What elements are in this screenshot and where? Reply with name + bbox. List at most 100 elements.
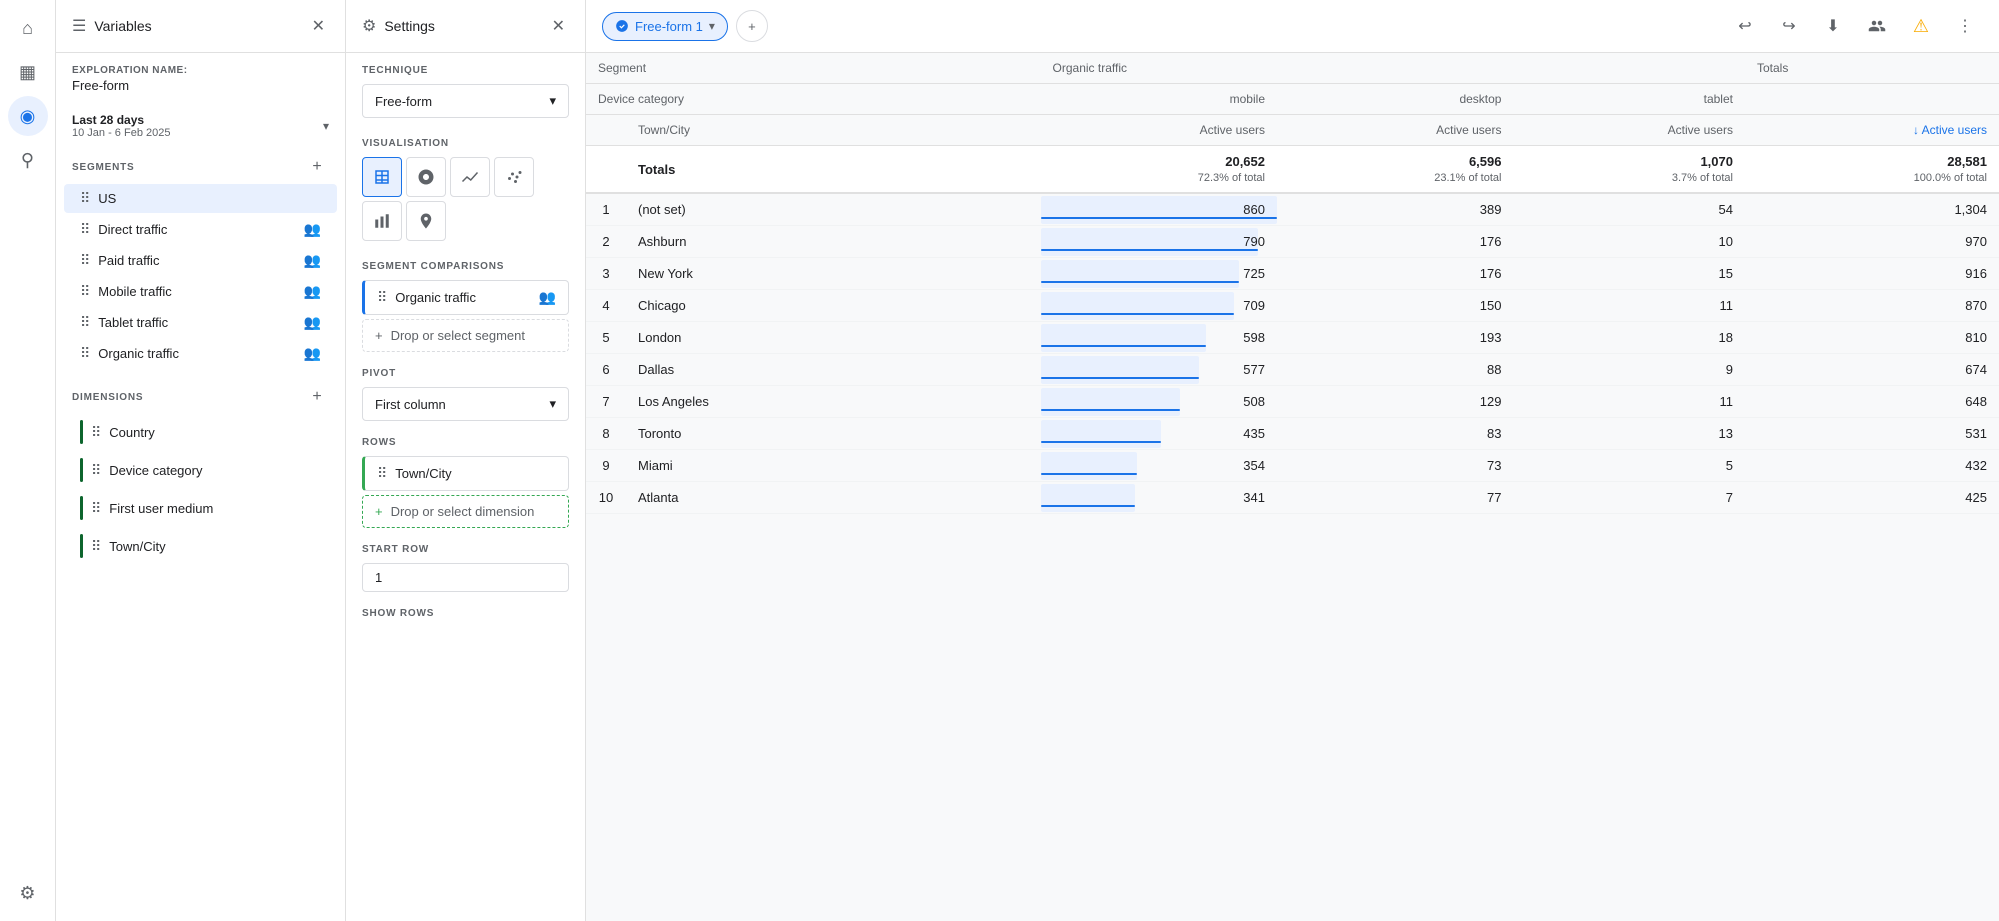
settings-close-button[interactable]: ✕ [548, 12, 569, 40]
segment-label-organic-traffic: Organic traffic [98, 346, 303, 361]
segment-drag-icon: ⠿ [80, 345, 90, 362]
start-row-label: START ROW [362, 544, 569, 555]
header-active-users-tablet[interactable]: Active users [1513, 115, 1745, 146]
row-city: London [626, 322, 1041, 354]
segment-item-us[interactable]: ⠿ US [64, 184, 337, 213]
add-tab-button[interactable]: + [736, 10, 768, 42]
row-number: 2 [586, 226, 626, 258]
main-content: Free-form 1 ▾ + ↩ ↪ ⬇ ⚠ ⋮ Segment [586, 0, 1999, 921]
nav-home[interactable]: ⌂ [8, 8, 48, 48]
segment-item-mobile-traffic[interactable]: ⠿ Mobile traffic 👥 [64, 277, 337, 306]
add-dimension-button[interactable]: + [305, 385, 329, 409]
add-segment-button[interactable]: + [305, 155, 329, 179]
undo-button[interactable]: ↩ [1727, 8, 1763, 44]
drop-segment-label: Drop or select segment [391, 328, 525, 343]
vis-btn-bar[interactable] [362, 201, 402, 241]
drop-segment-zone[interactable]: + Drop or select segment [362, 319, 569, 352]
table-row: 7 Los Angeles 508 129 11 648 [586, 386, 1999, 418]
tab-free-form-1[interactable]: Free-form 1 ▾ [602, 12, 728, 41]
header-active-users-desktop[interactable]: Active users [1277, 115, 1513, 146]
row-city: Miami [626, 450, 1041, 482]
dimension-label-first-user-medium: First user medium [109, 501, 213, 516]
settings-panel-title: ⚙ Settings [362, 16, 435, 36]
row-number: 6 [586, 354, 626, 386]
row-city: Ashburn [626, 226, 1041, 258]
row-number: 3 [586, 258, 626, 290]
technique-dropdown[interactable]: Free-form ▾ [362, 84, 569, 118]
header-totals: Totals [1745, 53, 1999, 84]
header-tablet: tablet [1513, 84, 1745, 115]
segment-item-direct-traffic[interactable]: ⠿ Direct traffic 👥 [64, 215, 337, 244]
dimension-item-country[interactable]: ⠿ Country [64, 414, 337, 450]
redo-button[interactable]: ↪ [1771, 8, 1807, 44]
header-active-users-mobile[interactable]: Active users [1041, 115, 1277, 146]
row-total: 648 [1745, 386, 1999, 418]
row-total: 1,304 [1745, 193, 1999, 226]
row-number: 1 [586, 193, 626, 226]
dimensions-section-header: DIMENSIONS + [56, 377, 345, 413]
rows-section: ROWS ⠿ Town/City + Drop or select dimens… [346, 429, 585, 536]
row-number: 5 [586, 322, 626, 354]
date-range-selector[interactable]: Last 28 days 10 Jan - 6 Feb 2025 ▾ [56, 105, 345, 147]
row-mobile: 435 [1041, 418, 1277, 450]
dimension-label-device-category: Device category [109, 463, 202, 478]
segment-comp-label: Organic traffic [395, 290, 476, 305]
vis-btn-table[interactable] [362, 157, 402, 197]
more-options-button[interactable]: ⋮ [1947, 8, 1983, 44]
table-row: 8 Toronto 435 83 13 531 [586, 418, 1999, 450]
start-row-input[interactable] [362, 563, 569, 592]
segments-section-header: SEGMENTS + [56, 147, 345, 183]
segment-item-organic-traffic[interactable]: ⠿ Organic traffic 👥 [64, 339, 337, 368]
drop-segment-plus-icon: + [375, 328, 383, 343]
users-icon: 👥 [304, 345, 321, 362]
row-number: 10 [586, 482, 626, 514]
nav-gear[interactable]: ⚙ [8, 873, 48, 913]
segment-drag-icon: ⠿ [80, 190, 90, 207]
header-town-city[interactable]: Town/City [626, 115, 1041, 146]
header-active-users-total[interactable]: ↓ Active users [1745, 115, 1999, 146]
row-desktop: 176 [1277, 226, 1513, 258]
variables-close-button[interactable]: ✕ [308, 12, 329, 40]
row-dimension-town-city[interactable]: ⠿ Town/City [362, 456, 569, 491]
settings-panel-header: ⚙ Settings ✕ [346, 0, 585, 53]
dimension-drag-icon: ⠿ [91, 462, 101, 479]
row-desktop: 389 [1277, 193, 1513, 226]
drop-dimension-zone[interactable]: + Drop or select dimension [362, 495, 569, 528]
nav-search[interactable]: ⚲ [8, 140, 48, 180]
technique-dropdown-chevron: ▾ [549, 93, 556, 109]
pivot-label: PIVOT [362, 368, 569, 379]
segment-item-paid-traffic[interactable]: ⠿ Paid traffic 👥 [64, 246, 337, 275]
row-city: Dallas [626, 354, 1041, 386]
totals-tablet: 1,070 3.7% of total [1513, 146, 1745, 194]
warning-button[interactable]: ⚠ [1903, 8, 1939, 44]
row-number: 7 [586, 386, 626, 418]
tab-label: Free-form 1 [635, 19, 703, 34]
row-mobile: 577 [1041, 354, 1277, 386]
vis-btn-line[interactable] [450, 157, 490, 197]
top-bar: Free-form 1 ▾ + ↩ ↪ ⬇ ⚠ ⋮ [586, 0, 1999, 53]
dimension-item-first-user-medium[interactable]: ⠿ First user medium [64, 490, 337, 526]
vis-btn-donut[interactable] [406, 157, 446, 197]
vis-btn-geo[interactable] [406, 201, 446, 241]
segment-comparison-organic-traffic[interactable]: ⠿ Organic traffic 👥 [362, 280, 569, 315]
header-total-spacer [1745, 84, 1999, 115]
settings-panel: ⚙ Settings ✕ TECHNIQUE Free-form ▾ VISUA… [346, 0, 586, 921]
vis-btn-scatter[interactable] [494, 157, 534, 197]
row-number: 4 [586, 290, 626, 322]
segment-item-tablet-traffic[interactable]: ⠿ Tablet traffic 👥 [64, 308, 337, 337]
dimension-item-device-category[interactable]: ⠿ Device category [64, 452, 337, 488]
drop-dimension-label: Drop or select dimension [391, 504, 535, 519]
dimension-item-town-city[interactable]: ⠿ Town/City [64, 528, 337, 564]
table-row: 4 Chicago 709 150 11 870 [586, 290, 1999, 322]
download-button[interactable]: ⬇ [1815, 8, 1851, 44]
nav-explore[interactable]: ◉ [8, 96, 48, 136]
row-mobile: 860 [1041, 193, 1277, 226]
header-row-num [586, 115, 626, 146]
share-button[interactable] [1859, 8, 1895, 44]
users-icon: 👥 [304, 252, 321, 269]
pivot-dropdown[interactable]: First column ▾ [362, 387, 569, 421]
date-range-text: Last 28 days 10 Jan - 6 Feb 2025 [72, 113, 315, 139]
technique-label: TECHNIQUE [362, 65, 569, 76]
data-table-wrapper: Segment Organic traffic Totals Device ca… [586, 53, 1999, 921]
nav-bar-chart[interactable]: ▦ [8, 52, 48, 92]
